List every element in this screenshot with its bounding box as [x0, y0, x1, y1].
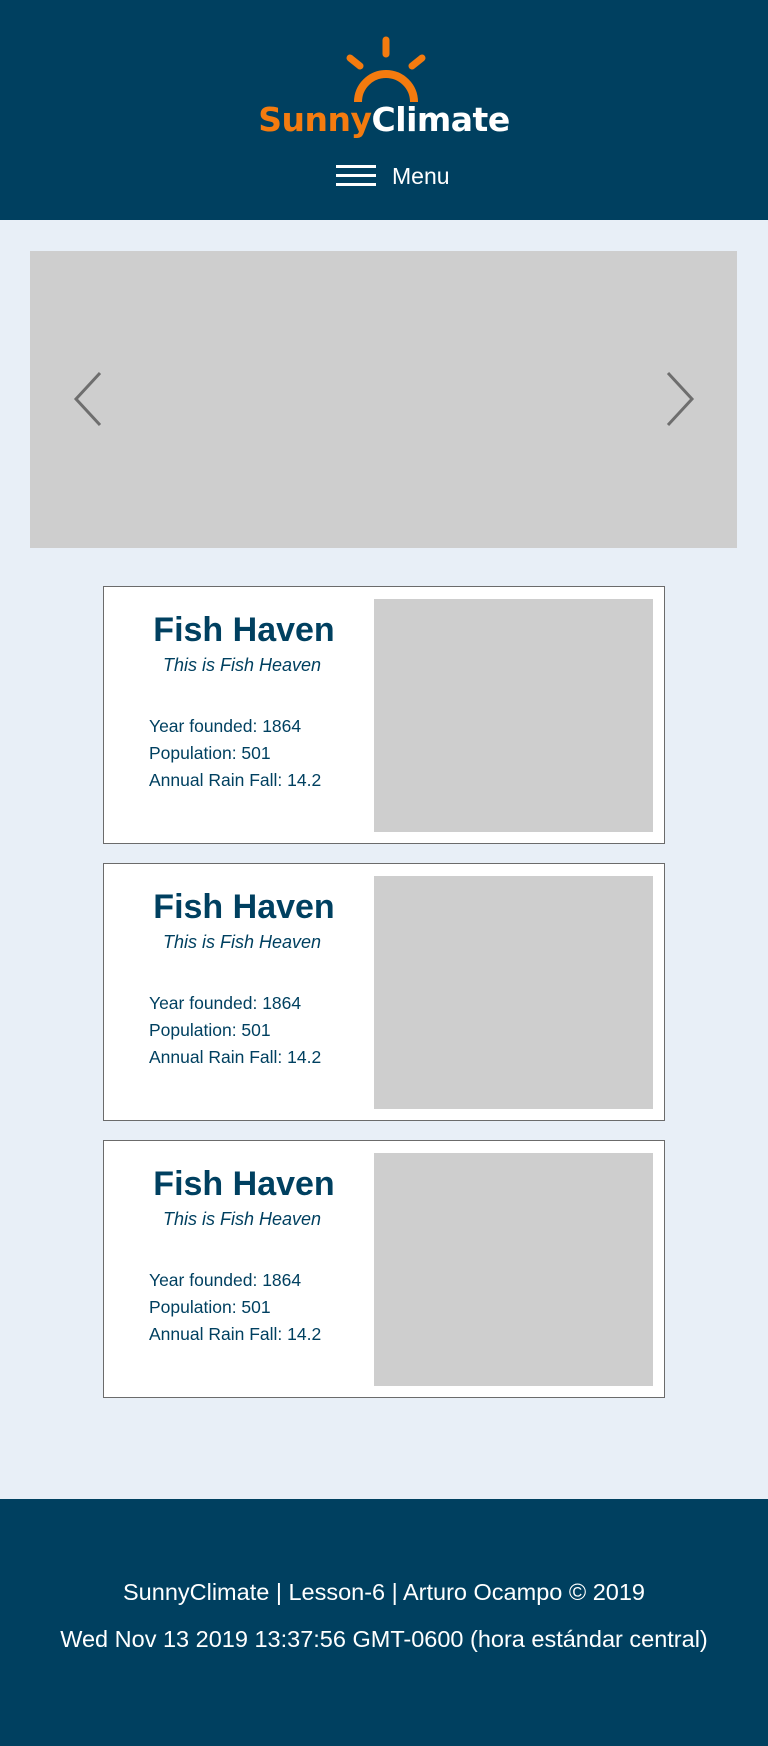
town-population: Population: 501: [149, 1020, 271, 1040]
town-card: Fish Haven This is Fish Heaven Year foun…: [103, 1140, 665, 1398]
logo-wordmark: SunnyClimate: [0, 100, 768, 139]
town-population: Population: 501: [149, 1297, 271, 1317]
chevron-left-icon[interactable]: [70, 369, 110, 429]
menu-label: Menu: [392, 162, 450, 189]
town-stats: Year founded: 1864 Population: 501 Annua…: [149, 990, 389, 1071]
town-motto: This is Fish Heaven: [162, 932, 322, 952]
town-year-founded: Year founded: 1864: [149, 716, 302, 736]
town-stats: Year founded: 1864 Population: 501 Annua…: [149, 713, 389, 794]
town-rainfall: Annual Rain Fall: 14.2: [149, 1324, 322, 1344]
town-rainfall: Annual Rain Fall: 14.2: [149, 1047, 322, 1067]
footer-credits: SunnyClimate | Lesson-6 | Arturo Ocampo …: [123, 1579, 645, 1605]
town-card: Fish Haven This is Fish Heaven Year foun…: [103, 863, 665, 1121]
site-logo[interactable]: SunnyClimate: [0, 36, 768, 146]
logo-word-climate: Climate: [371, 100, 511, 139]
town-name: Fish Haven: [153, 888, 335, 926]
town-card: Fish Haven This is Fish Heaven Year foun…: [103, 586, 665, 844]
site-footer: SunnyClimate | Lesson-6 | Arturo Ocampo …: [0, 1499, 768, 1746]
town-year-founded: Year founded: 1864: [149, 993, 302, 1013]
town-image: [374, 599, 653, 832]
town-rainfall: Annual Rain Fall: 14.2: [149, 770, 322, 790]
town-name: Fish Haven: [153, 611, 335, 649]
menu-button[interactable]: Menu: [336, 160, 450, 192]
town-image: [374, 1153, 653, 1386]
town-population: Population: 501: [149, 743, 271, 763]
logo-word-sunny: Sunny: [258, 100, 372, 139]
town-year-founded: Year founded: 1864: [149, 1270, 302, 1290]
chevron-right-icon[interactable]: [658, 369, 698, 429]
hero-slider: [30, 251, 737, 548]
town-motto: This is Fish Heaven: [162, 1209, 322, 1229]
site-header: SunnyClimate Menu: [0, 0, 768, 220]
town-stats: Year founded: 1864 Population: 501 Annua…: [149, 1267, 389, 1348]
town-name: Fish Haven: [153, 1165, 335, 1203]
hamburger-icon: [336, 163, 376, 189]
town-motto: This is Fish Heaven: [162, 655, 322, 675]
town-image: [374, 876, 653, 1109]
footer-last-modified: Wed Nov 13 2019 13:37:56 GMT-0600 (hora …: [60, 1626, 708, 1652]
